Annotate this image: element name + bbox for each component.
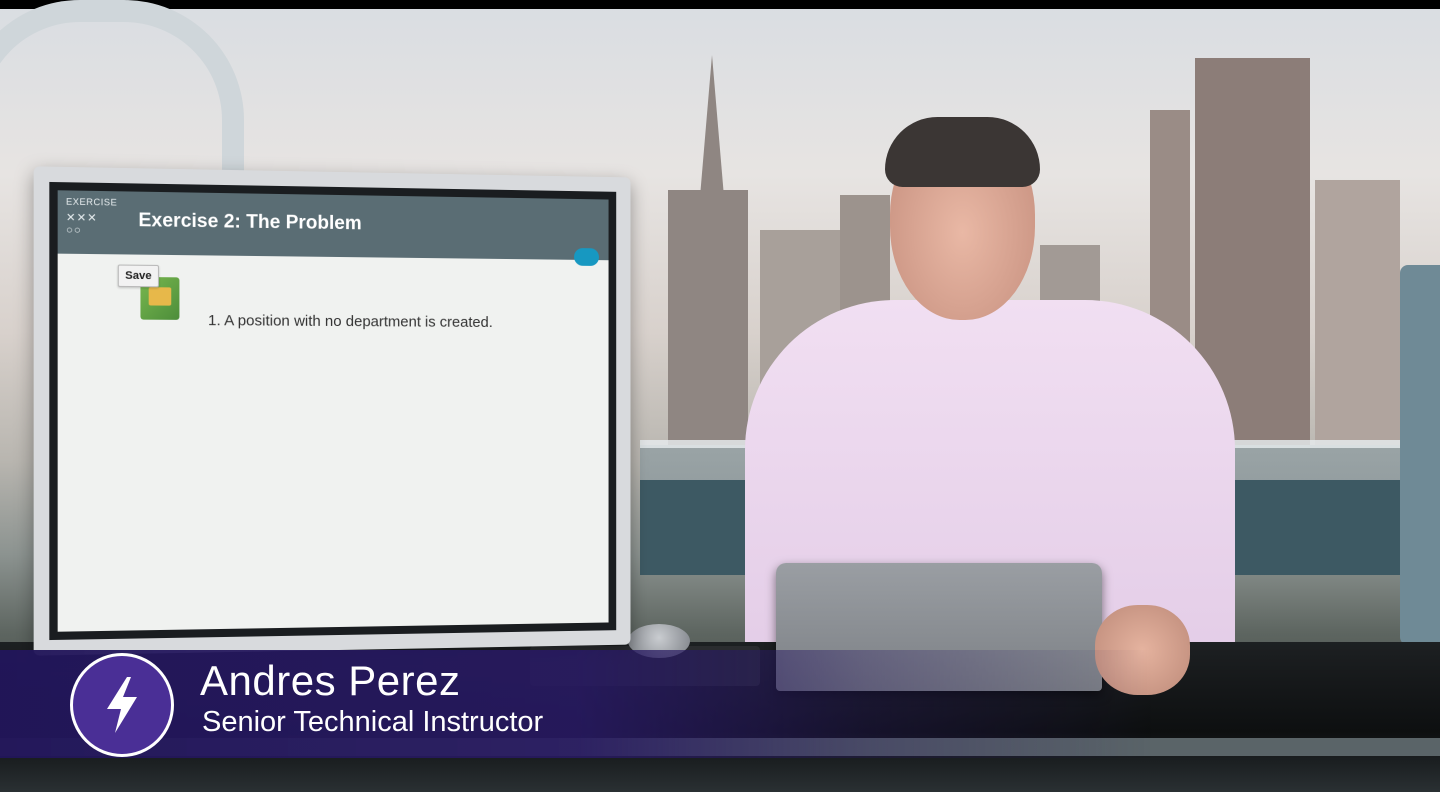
save-button: Save xyxy=(117,264,159,288)
studio-side-panel xyxy=(1400,265,1440,645)
salesforce-logo-icon xyxy=(574,248,599,266)
display-monitor: EXERCISE ✕✕✕ ○○ Exercise 2: The Problem S… xyxy=(33,166,631,656)
presentation-slide: EXERCISE ✕✕✕ ○○ Exercise 2: The Problem S… xyxy=(57,190,609,632)
presenter-role: Senior Technical Instructor xyxy=(202,706,544,738)
exercise-badge-label: EXERCISE xyxy=(65,196,118,208)
slide-title: Exercise 2: The Problem xyxy=(138,209,362,235)
exercise-icon: ✕✕✕ ○○ xyxy=(65,211,98,237)
lightning-bolt-icon xyxy=(70,653,174,757)
slide-list-item: 1. A position with no department is crea… xyxy=(207,312,493,331)
presenter-hair xyxy=(885,117,1040,187)
video-frame: EXERCISE ✕✕✕ ○○ Exercise 2: The Problem S… xyxy=(0,0,1440,792)
exercise-badge: EXERCISE ✕✕✕ ○○ xyxy=(66,197,120,247)
skyline-building xyxy=(668,190,748,445)
lightning-bolt-icon-graphic xyxy=(107,677,137,733)
slide-header: EXERCISE ✕✕✕ ○○ Exercise 2: The Problem xyxy=(57,190,609,261)
presenter-name: Andres Perez xyxy=(200,657,461,704)
monitor-screen: EXERCISE ✕✕✕ ○○ Exercise 2: The Problem S… xyxy=(49,181,617,641)
skyline-building xyxy=(1315,180,1400,445)
letterbox-bar xyxy=(0,0,1440,9)
